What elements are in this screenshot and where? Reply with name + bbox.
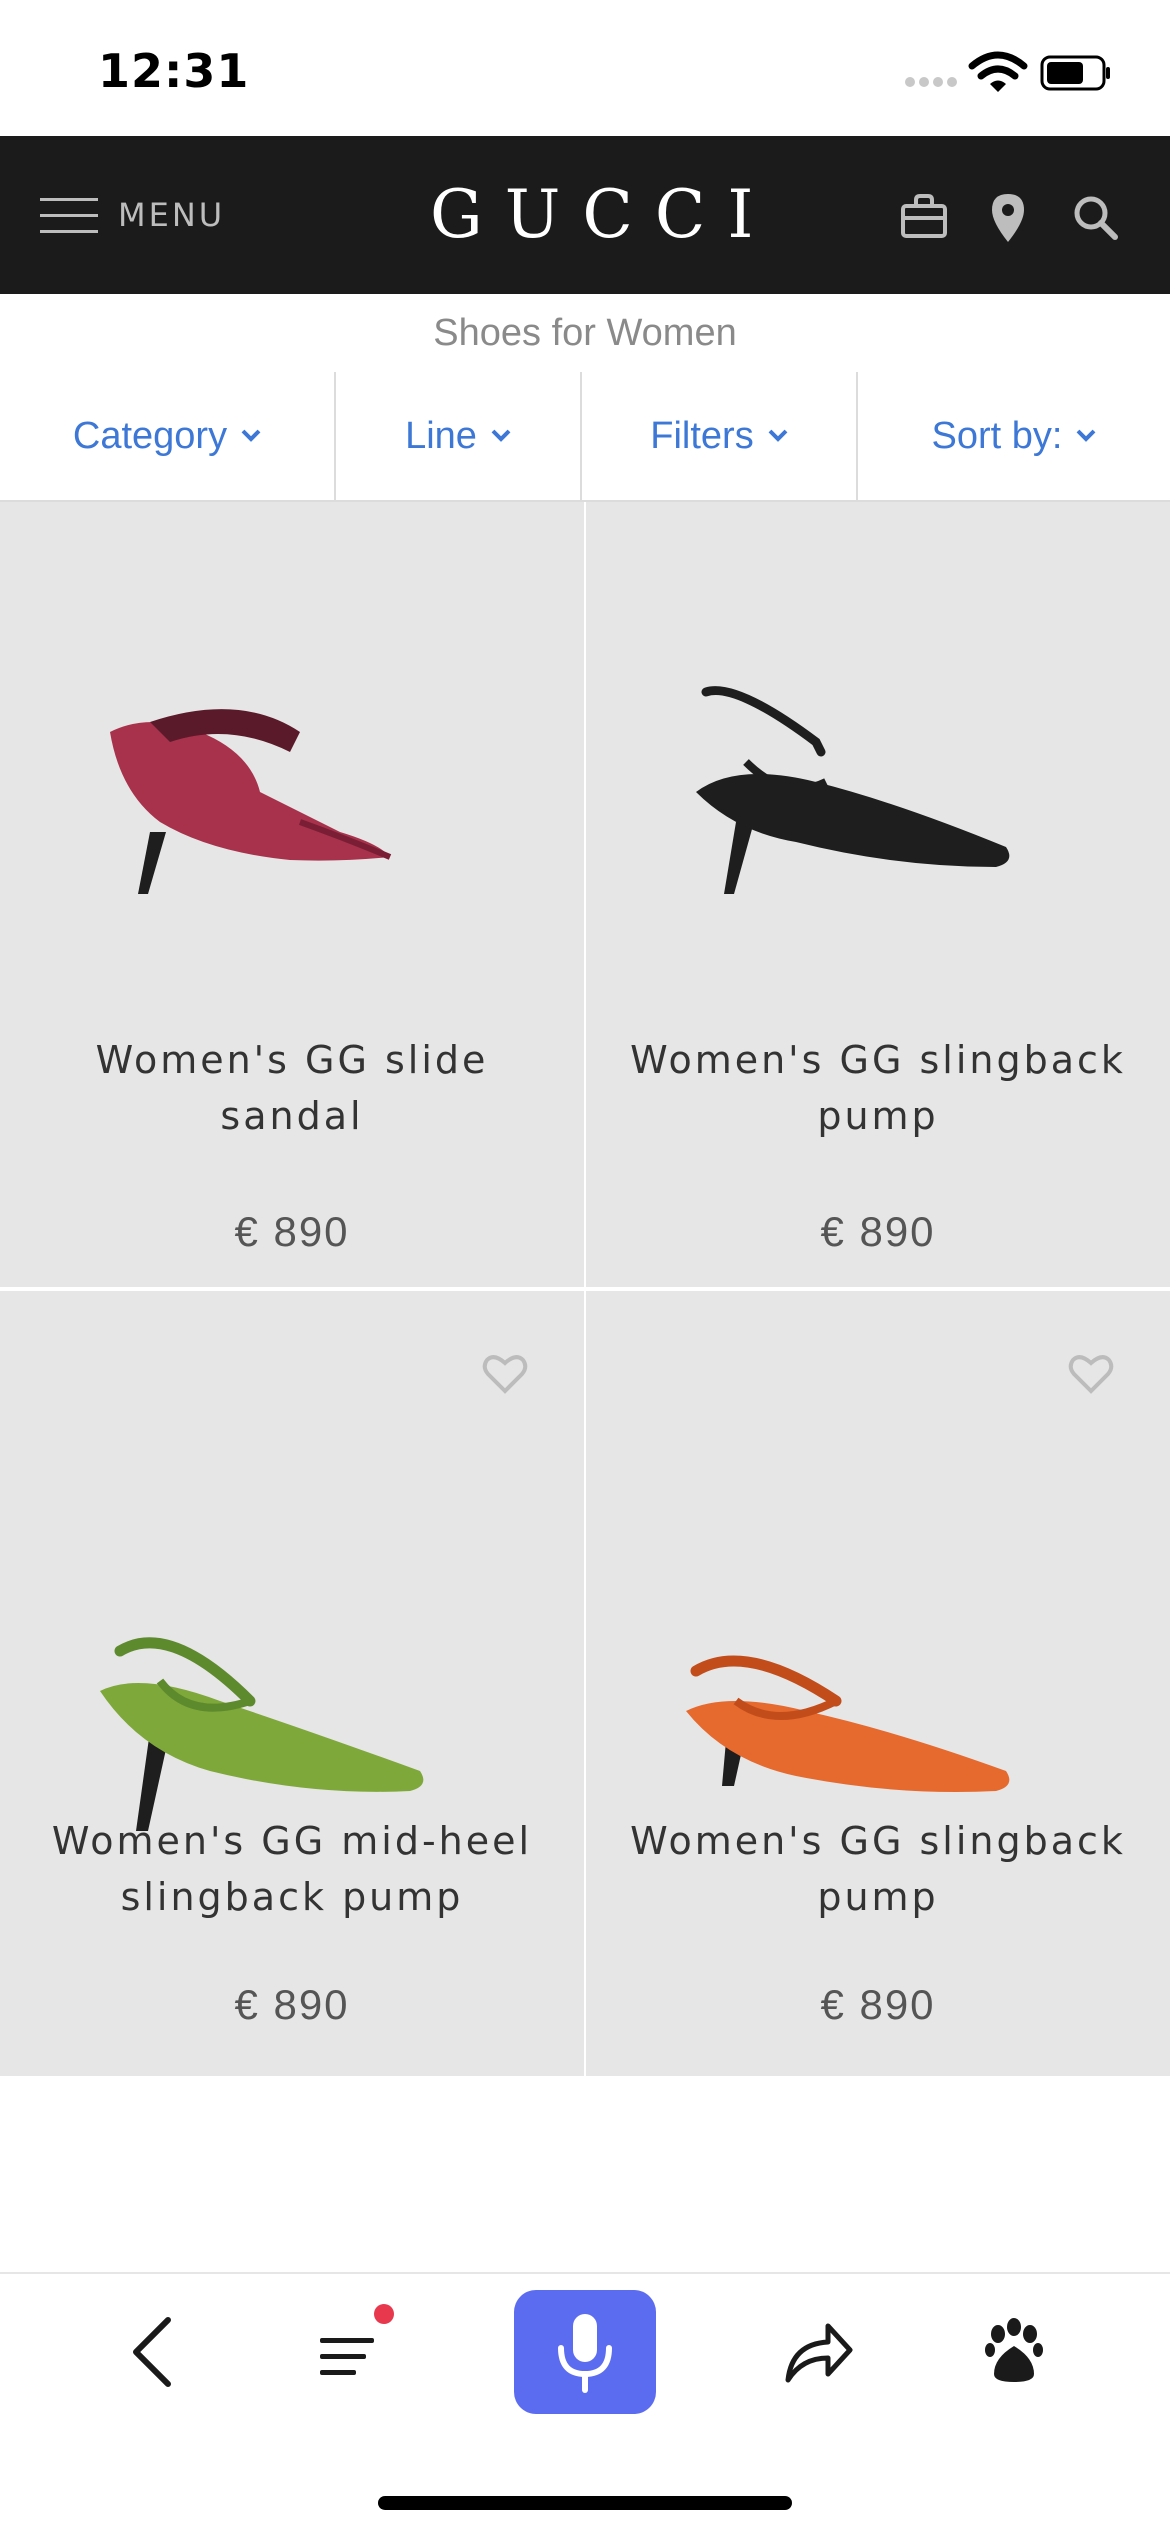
category-heading-bar: Shoes for Women — [0, 294, 1170, 374]
line-filter-label: Line — [405, 414, 477, 457]
product-image — [110, 709, 392, 894]
product-image — [696, 686, 1010, 894]
sort-by-button[interactable]: Sort by: — [858, 372, 1170, 500]
product-title-line1: Women's GG slingback — [630, 1038, 1126, 1082]
product-grid: Women's GG slide sandal € 890 Women's GG… — [0, 502, 1170, 2272]
product-price: € 890 — [820, 1208, 936, 1255]
voice-search-button[interactable] — [514, 2290, 656, 2414]
filters-button[interactable]: Filters — [582, 372, 858, 500]
baidu-paw-icon[interactable] — [984, 2318, 1044, 2384]
chevron-down-icon — [1077, 429, 1096, 442]
chevron-down-icon — [768, 429, 788, 442]
battery-icon — [1040, 55, 1110, 91]
product-price: € 890 — [234, 1981, 350, 2028]
wishlist-heart-icon[interactable] — [482, 1353, 528, 1395]
brand-logo[interactable]: GUCCI — [430, 176, 753, 253]
product-card[interactable]: Women's GG slingback pump € 890 — [586, 502, 1170, 1287]
page-title: Shoes for Women — [433, 312, 737, 354]
notification-dot — [374, 2304, 394, 2324]
product-price: € 890 — [820, 1981, 936, 2028]
home-indicator — [378, 2496, 792, 2510]
status-time: 12:31 — [98, 44, 250, 98]
hamburger-menu-icon[interactable] — [40, 196, 98, 236]
product-title-line1: Women's GG mid-heel — [51, 1819, 533, 1863]
wifi-icon — [968, 51, 1028, 92]
shopping-bag-icon[interactable] — [900, 194, 948, 240]
product-title-line2: pump — [817, 1875, 939, 1919]
product-price: € 890 — [234, 1208, 350, 1255]
menu-label[interactable]: MENU — [118, 196, 225, 234]
product-card[interactable]: Women's GG slide sandal € 890 — [0, 502, 584, 1287]
site-header: MENU GUCCI — [0, 136, 1170, 430]
line-filter-button[interactable]: Line — [336, 372, 582, 500]
product-card[interactable]: Women's GG mid-heel slingback pump € 890 — [0, 1291, 584, 2076]
microphone-icon — [558, 2314, 612, 2393]
category-filter-label: Category — [72, 414, 228, 457]
product-title-line2: pump — [817, 1094, 939, 1138]
chevron-down-icon — [491, 429, 511, 442]
menu-list-icon[interactable] — [318, 2332, 380, 2380]
product-card[interactable]: Women's GG slingback pump € 890 — [586, 1291, 1170, 2076]
product-title-line2: slingback pump — [120, 1875, 464, 1919]
wishlist-heart-icon[interactable] — [1068, 1353, 1114, 1395]
back-arrow-icon[interactable] — [130, 2316, 174, 2388]
filter-bar: Category Line Filters Sort by: — [0, 372, 1170, 502]
status-bar: 12:31 — [0, 0, 1170, 136]
sort-by-label: Sort by: — [931, 414, 1063, 457]
browser-toolbar — [0, 2272, 1170, 2534]
chevron-down-icon — [241, 429, 261, 442]
store-locator-icon[interactable] — [990, 192, 1026, 244]
product-title-line1: Women's GG slide — [95, 1038, 489, 1082]
share-arrow-icon[interactable] — [782, 2318, 854, 2384]
category-filter-button[interactable]: Category — [0, 372, 336, 500]
cellular-signal-icon — [905, 77, 957, 87]
filters-label: Filters — [650, 414, 754, 457]
product-title-line2: sandal — [220, 1094, 364, 1138]
product-title-line1: Women's GG slingback — [630, 1819, 1126, 1863]
search-icon[interactable] — [1072, 194, 1118, 240]
